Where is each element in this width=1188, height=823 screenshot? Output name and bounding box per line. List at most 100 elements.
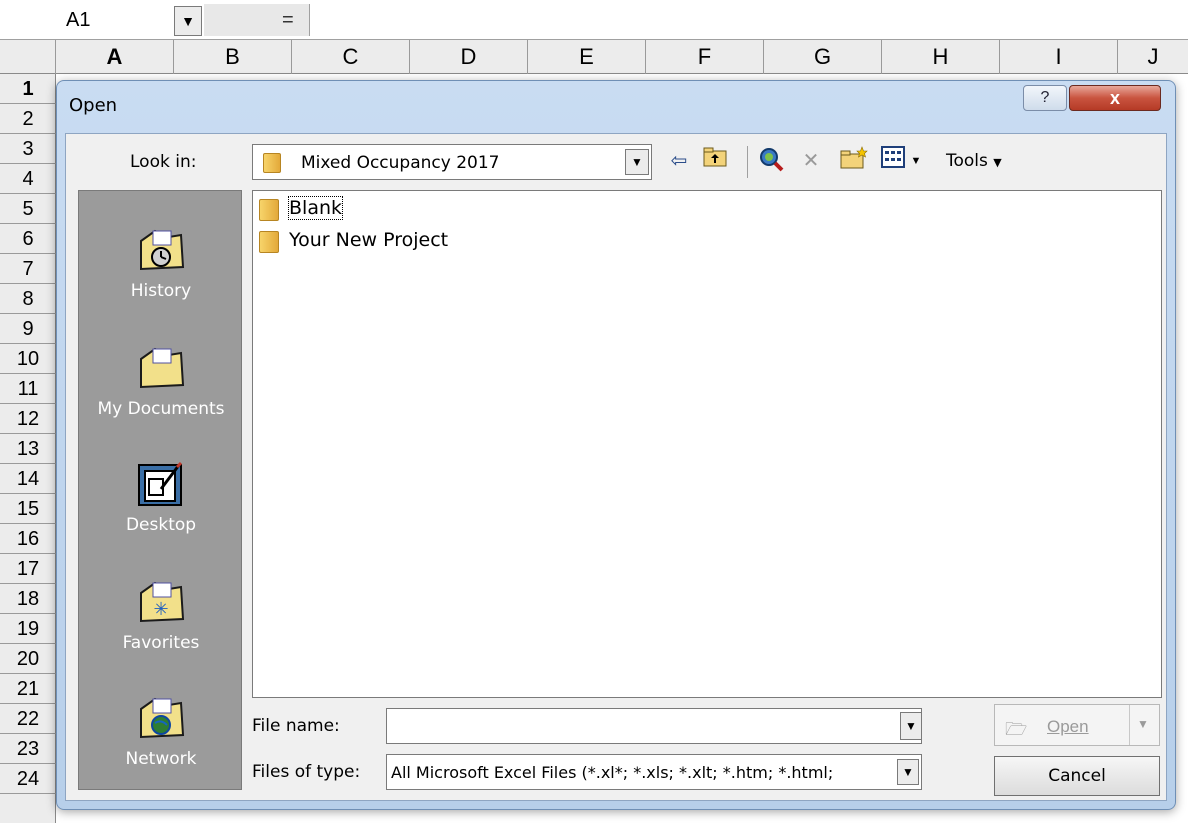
row-header[interactable]: 8	[0, 284, 56, 314]
toolbar-separator	[747, 146, 748, 178]
folder-icon	[263, 153, 281, 173]
place-label: Favorites	[122, 633, 200, 653]
folder-icon	[259, 231, 279, 253]
place-my-documents[interactable]: My Documents	[79, 337, 243, 447]
row-header[interactable]: 4	[0, 164, 56, 194]
chevron-down-icon[interactable]: ▼	[625, 149, 649, 175]
look-in-value: Mixed Occupancy 2017	[301, 153, 500, 173]
column-header-h[interactable]: H	[882, 40, 1000, 74]
row-header[interactable]: 24	[0, 764, 56, 794]
back-icon[interactable]: ⇦	[664, 146, 694, 176]
open-button[interactable]: 🗁 Open ▼	[994, 704, 1160, 746]
row-header[interactable]: 15	[0, 494, 56, 524]
formula-bar-divider	[204, 4, 310, 36]
row-header[interactable]: 6	[0, 224, 56, 254]
place-label: My Documents	[97, 399, 225, 419]
row-header[interactable]: 7	[0, 254, 56, 284]
search-web-icon[interactable]	[756, 146, 786, 176]
cancel-button[interactable]: Cancel	[994, 756, 1160, 796]
row-header[interactable]: 19	[0, 614, 56, 644]
place-desktop[interactable]: Desktop	[79, 453, 243, 563]
file-name-label: Your New Project	[289, 229, 449, 251]
delete-icon[interactable]: ✕	[796, 146, 826, 176]
row-header[interactable]: 16	[0, 524, 56, 554]
dialog-body: Look in: Mixed Occupancy 2017 ▼ ⇦ ✕ ▼ To…	[65, 133, 1167, 801]
name-box[interactable]: A1	[62, 4, 174, 36]
row-header[interactable]: 14	[0, 464, 56, 494]
dialog-title-bar[interactable]: Open ? x	[57, 81, 1175, 133]
look-in-dropdown[interactable]: Mixed Occupancy 2017 ▼	[252, 144, 652, 180]
open-dialog: Open ? x Look in: Mixed Occupancy 2017 ▼…	[56, 80, 1176, 810]
column-header-d[interactable]: D	[410, 40, 528, 74]
chevron-down-icon[interactable]: ▼	[1137, 717, 1149, 731]
row-header[interactable]: 12	[0, 404, 56, 434]
row-header[interactable]: 13	[0, 434, 56, 464]
list-item[interactable]: Blank	[259, 195, 379, 223]
chevron-down-icon[interactable]: ▼	[900, 712, 922, 740]
row-header[interactable]: 5	[0, 194, 56, 224]
look-in-label: Look in:	[130, 152, 197, 172]
column-header-i[interactable]: I	[1000, 40, 1118, 74]
help-button[interactable]: ?	[1023, 85, 1067, 111]
column-header-e[interactable]: E	[528, 40, 646, 74]
place-label: Network	[125, 749, 197, 769]
column-header-g[interactable]: G	[764, 40, 882, 74]
row-header[interactable]: 21	[0, 674, 56, 704]
network-folder-icon	[140, 697, 185, 739]
column-header-f[interactable]: F	[646, 40, 764, 74]
file-name-label: Blank	[287, 196, 344, 220]
row-header[interactable]: 18	[0, 584, 56, 614]
chevron-down-icon: ▼	[993, 156, 1002, 169]
views-dropdown-icon[interactable]: ▼	[908, 146, 924, 176]
formula-equals-sign[interactable]: =	[282, 4, 294, 36]
tools-menu-label: Tools	[946, 151, 988, 171]
place-favorites[interactable]: ✳ Favorites	[79, 571, 243, 681]
tools-menu[interactable]: Tools ▼	[946, 151, 1002, 171]
history-folder-icon	[140, 229, 185, 271]
column-headers: A B C D E F G H I J	[0, 40, 1188, 74]
favorites-folder-icon: ✳	[140, 581, 185, 623]
folder-icon	[259, 199, 279, 221]
name-box-dropdown-icon[interactable]: ▼	[174, 6, 202, 36]
column-header-j[interactable]: J	[1118, 40, 1188, 74]
new-folder-icon[interactable]	[838, 146, 870, 176]
row-header[interactable]: 17	[0, 554, 56, 584]
places-bar: History My Documents Desktop ✳ Favorites…	[78, 190, 242, 790]
place-network[interactable]: Network	[79, 687, 243, 797]
row-header[interactable]: 23	[0, 734, 56, 764]
column-header-a[interactable]: A	[56, 40, 174, 74]
row-header[interactable]: 10	[0, 344, 56, 374]
open-button-label: Open	[1047, 717, 1089, 736]
row-header[interactable]: 2	[0, 104, 56, 134]
row-header[interactable]: 1	[0, 74, 56, 104]
column-header-b[interactable]: B	[174, 40, 292, 74]
place-label: Desktop	[125, 515, 197, 535]
row-header[interactable]: 20	[0, 644, 56, 674]
list-item[interactable]: Your New Project	[259, 227, 519, 255]
row-header[interactable]: 22	[0, 704, 56, 734]
open-folder-icon: 🗁	[1005, 719, 1028, 739]
desktop-icon	[138, 461, 183, 506]
formula-bar: A1 ▼ =	[0, 0, 1188, 40]
row-header[interactable]: 3	[0, 134, 56, 164]
chevron-down-icon[interactable]: ▼	[897, 759, 919, 785]
dialog-title: Open	[69, 95, 118, 116]
open-button-divider	[1129, 705, 1130, 745]
file-list[interactable]: Blank Your New Project	[252, 190, 1162, 698]
row-header[interactable]: 11	[0, 374, 56, 404]
file-type-dropdown[interactable]: All Microsoft Excel Files (*.xl*; *.xls;…	[386, 754, 922, 790]
row-headers: 1 2 3 4 5 6 7 8 9 10 11 12 13 14 15 16 1…	[0, 74, 56, 823]
up-folder-icon[interactable]	[700, 146, 730, 176]
file-type-label: Files of type:	[252, 762, 361, 782]
select-all-corner[interactable]	[0, 40, 56, 74]
row-header[interactable]: 9	[0, 314, 56, 344]
close-button[interactable]: x	[1069, 85, 1161, 111]
place-history[interactable]: History	[79, 219, 243, 329]
documents-folder-icon	[140, 347, 185, 389]
file-name-label: File name:	[252, 716, 340, 736]
column-header-c[interactable]: C	[292, 40, 410, 74]
svg-text:✳: ✳	[153, 599, 168, 620]
views-icon[interactable]	[878, 146, 908, 176]
place-label: History	[130, 281, 192, 301]
file-name-input[interactable]	[386, 708, 922, 744]
